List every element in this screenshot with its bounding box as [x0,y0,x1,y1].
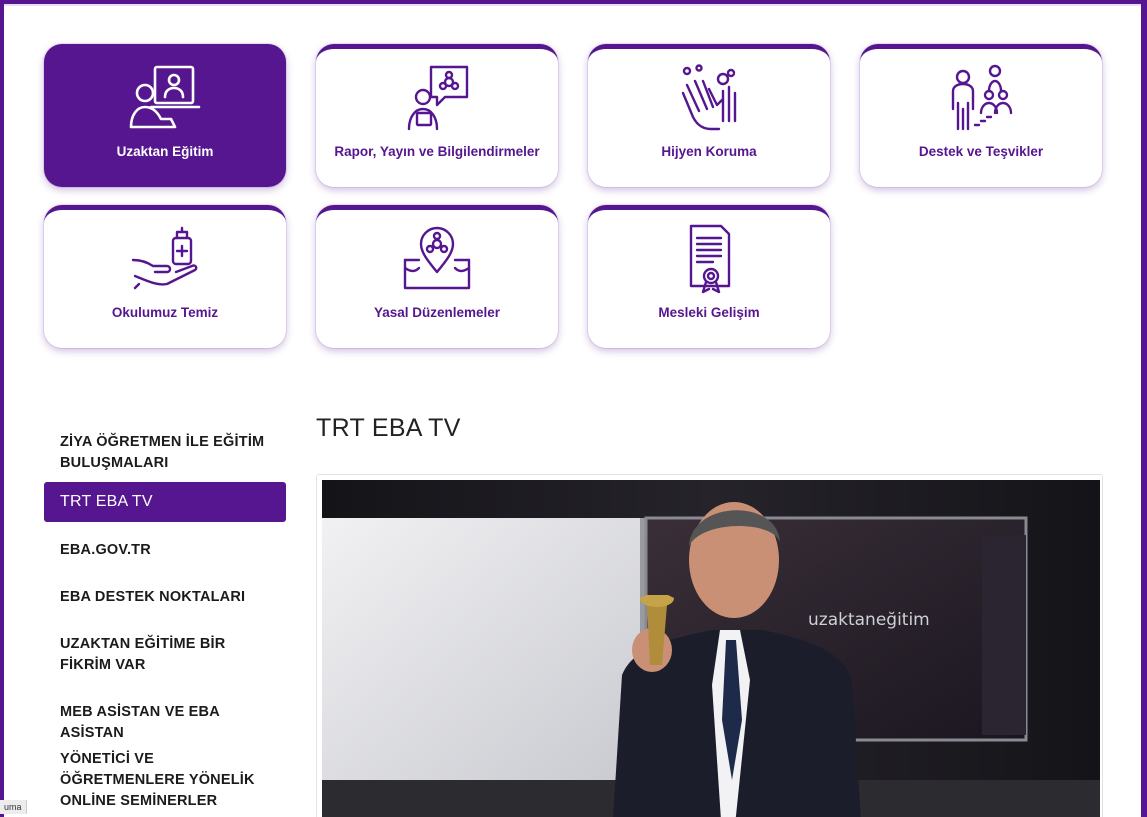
map-biohazard-icon [316,224,558,294]
sidebar-item-eba-destek-noktalari[interactable]: EBA DESTEK NOKTALARI [44,587,286,608]
sidebar-item-eba-gov-tr[interactable]: EBA.GOV.TR [44,540,286,561]
card-label: Destek ve Teşvikler [918,144,1044,159]
card-rapor-yayin[interactable]: Rapor, Yayın ve Bilgilendirmeler [316,44,558,187]
hand-washing-icon [588,63,830,133]
card-destek-tesvikler[interactable]: Destek ve Teşvikler [860,44,1102,187]
card-label: Hijyen Koruma [661,144,757,159]
card-hijyen-koruma[interactable]: Hijyen Koruma [588,44,830,187]
certificate-icon [588,224,830,294]
sidebar-item-trt-eba-tv[interactable]: TRT EBA TV [44,482,286,522]
sidebar-item-ziya-ogretmen[interactable]: ZİYA ÖĞRETMEN İLE EĞİTİM BULUŞMALARI [44,432,286,474]
card-okulumuz-temiz[interactable]: Okulumuz Temiz [44,205,286,348]
section-title: TRT EBA TV [316,414,461,442]
sidebar-item-meb-asistan[interactable]: MEB ASİSTAN VE EBA ASİSTAN [44,702,286,744]
virus-report-icon [316,63,558,133]
card-mesleki-gelisim[interactable]: Mesleki Gelişim [588,205,830,348]
card-label: Mesleki Gelişim [658,305,760,320]
card-label: Okulumuz Temiz [111,305,219,320]
hand-sanitizer-icon [44,224,286,294]
page-frame: Uzaktan Eğitim Rapor, Yayın ve Bilgilend… [4,4,1141,817]
online-teacher-icon [44,63,286,133]
top-divider [4,4,1141,6]
card-label: Uzaktan Eğitim [116,144,214,159]
card-yasal-duzenlemeler[interactable]: Yasal Düzenlemeler [316,205,558,348]
minister-photo: uzaktaneğitim [322,480,1100,817]
sidebar-item-online-seminerler[interactable]: YÖNETİCİ VE ÖĞRETMENLERE YÖNELİK ONLİNE … [44,749,286,812]
card-label: Yasal Düzenlemeler [373,305,501,320]
photo-frame: uzaktaneğitim [316,474,1103,817]
taskbar-tab[interactable]: uma [0,800,27,814]
card-uzaktan-egitim[interactable]: Uzaktan Eğitim [44,44,286,187]
card-label: Rapor, Yayın ve Bilgilendirmeler [334,144,540,159]
people-support-icon [860,63,1102,133]
sidebar-item-uzaktan-egitime-fikrim-var[interactable]: UZAKTAN EĞİTİME BİR FİKRİM VAR [44,634,286,676]
screen-text: uzaktaneğitim [808,610,930,630]
